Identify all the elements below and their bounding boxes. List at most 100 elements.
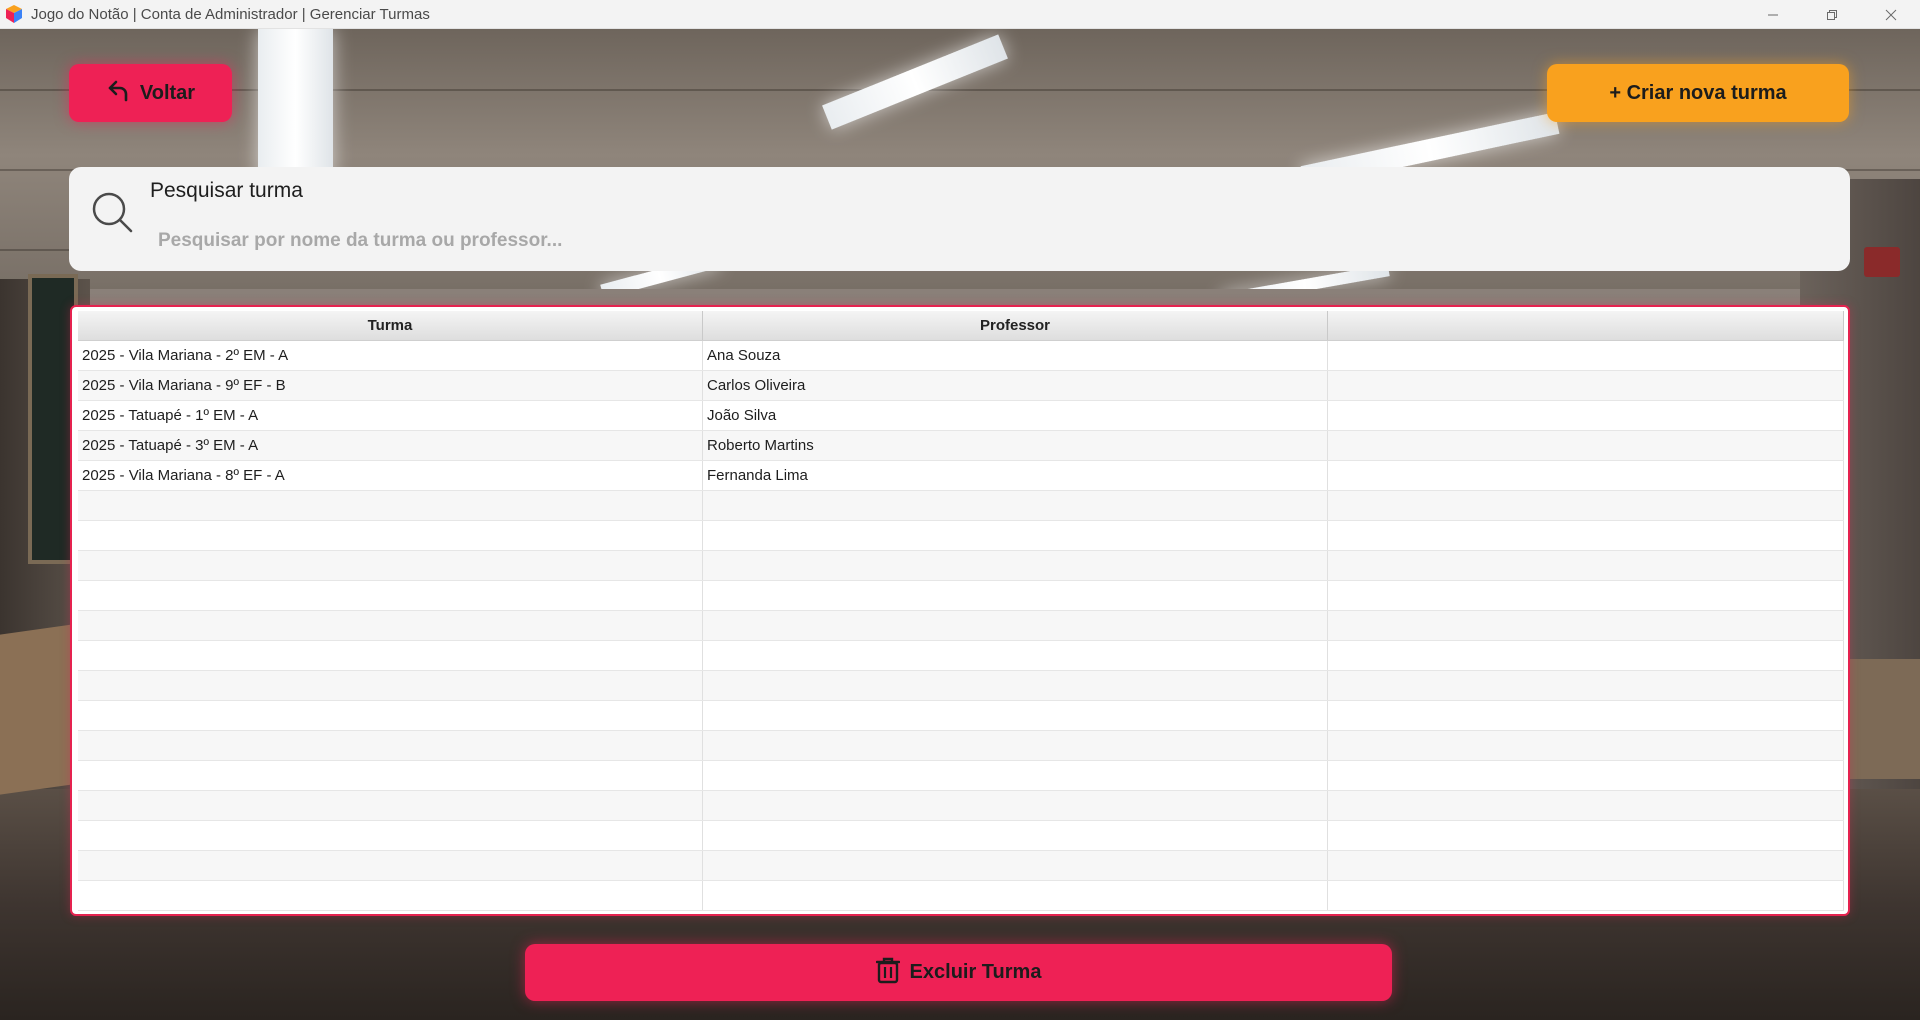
cell-turma: 2025 - Vila Mariana - 9º EF - B bbox=[78, 371, 703, 400]
cell-extra bbox=[1328, 581, 1844, 610]
cell-turma: 2025 - Vila Mariana - 8º EF - A bbox=[78, 461, 703, 490]
cell-professor: Roberto Martins bbox=[703, 431, 1328, 460]
cell-extra bbox=[1328, 701, 1844, 730]
table-row[interactable] bbox=[78, 881, 1844, 911]
cell-extra bbox=[1328, 431, 1844, 460]
cell-professor bbox=[703, 521, 1328, 550]
cell-turma bbox=[78, 821, 703, 850]
cell-turma bbox=[78, 521, 703, 550]
cell-turma bbox=[78, 701, 703, 730]
cell-professor: Fernanda Lima bbox=[703, 461, 1328, 490]
table-body: 2025 - Vila Mariana - 2º EM - A Ana Souza… bbox=[78, 341, 1844, 911]
column-header-turma[interactable]: Turma bbox=[78, 311, 703, 340]
cell-extra bbox=[1328, 341, 1844, 370]
cell-turma bbox=[78, 611, 703, 640]
search-input[interactable] bbox=[158, 225, 1818, 257]
ceiling-light bbox=[258, 29, 333, 179]
cell-turma bbox=[78, 761, 703, 790]
cell-turma bbox=[78, 881, 703, 910]
table-row[interactable] bbox=[78, 671, 1844, 701]
close-icon[interactable] bbox=[1861, 0, 1920, 29]
table-row[interactable] bbox=[78, 701, 1844, 731]
cell-turma bbox=[78, 491, 703, 520]
table-row[interactable]: 2025 - Tatuapé - 3º EM - A Roberto Martin… bbox=[78, 431, 1844, 461]
desk bbox=[0, 623, 80, 795]
cell-extra bbox=[1328, 521, 1844, 550]
cell-professor bbox=[703, 881, 1328, 910]
cell-extra bbox=[1328, 461, 1844, 490]
create-class-button[interactable]: + Criar nova turma bbox=[1547, 64, 1849, 122]
cell-professor bbox=[703, 491, 1328, 520]
cell-turma bbox=[78, 641, 703, 670]
table-row[interactable]: 2025 - Tatuapé - 1º EM - A João Silva bbox=[78, 401, 1844, 431]
table-row[interactable] bbox=[78, 521, 1844, 551]
cell-extra bbox=[1328, 491, 1844, 520]
cell-professor bbox=[703, 611, 1328, 640]
cell-extra bbox=[1328, 881, 1844, 910]
table-grid: Turma Professor 2025 - Vila Mariana - 2º… bbox=[78, 311, 1844, 911]
back-button-label: Voltar bbox=[139, 81, 196, 104]
cell-professor bbox=[703, 641, 1328, 670]
search-label: Pesquisar turma bbox=[150, 179, 303, 202]
table-row[interactable] bbox=[78, 731, 1844, 761]
cell-professor bbox=[703, 671, 1328, 700]
cell-professor bbox=[703, 761, 1328, 790]
cell-professor bbox=[703, 731, 1328, 760]
table-row[interactable]: 2025 - Vila Mariana - 8º EF - A Fernanda … bbox=[78, 461, 1844, 491]
column-header-professor[interactable]: Professor bbox=[703, 311, 1328, 340]
column-header-empty[interactable] bbox=[1328, 311, 1844, 340]
cell-turma bbox=[78, 731, 703, 760]
table-row[interactable] bbox=[78, 761, 1844, 791]
cell-professor bbox=[703, 821, 1328, 850]
cell-extra bbox=[1328, 761, 1844, 790]
table-header: Turma Professor bbox=[78, 311, 1844, 341]
table-row[interactable] bbox=[78, 791, 1844, 821]
cell-turma: 2025 - Vila Mariana - 2º EM - A bbox=[78, 341, 703, 370]
cell-extra bbox=[1328, 731, 1844, 760]
table-row[interactable] bbox=[78, 611, 1844, 641]
table-row[interactable] bbox=[78, 581, 1844, 611]
cell-extra bbox=[1328, 371, 1844, 400]
table-row[interactable] bbox=[78, 641, 1844, 671]
search-panel: Pesquisar turma bbox=[69, 167, 1850, 271]
exit-sign bbox=[1864, 247, 1900, 277]
delete-class-button-label: Excluir Turma bbox=[909, 961, 1042, 983]
undo-arrow-icon bbox=[106, 78, 132, 108]
cell-extra bbox=[1328, 671, 1844, 700]
cell-turma bbox=[78, 851, 703, 880]
table-row[interactable] bbox=[78, 851, 1844, 881]
cell-extra bbox=[1328, 821, 1844, 850]
back-button[interactable]: Voltar bbox=[69, 64, 232, 122]
classes-table: Turma Professor 2025 - Vila Mariana - 2º… bbox=[70, 305, 1850, 916]
minimize-icon[interactable] bbox=[1743, 0, 1802, 29]
window-title: Jogo do Notão | Conta de Administrador |… bbox=[31, 5, 430, 23]
cell-extra bbox=[1328, 551, 1844, 580]
cell-turma: 2025 - Tatuapé - 3º EM - A bbox=[78, 431, 703, 460]
table-row[interactable]: 2025 - Vila Mariana - 9º EF - B Carlos Ol… bbox=[78, 371, 1844, 401]
table-row[interactable] bbox=[78, 821, 1844, 851]
trash-icon bbox=[875, 956, 900, 990]
cell-extra bbox=[1328, 851, 1844, 880]
table-row[interactable] bbox=[78, 491, 1844, 521]
cell-turma bbox=[78, 551, 703, 580]
table-row[interactable] bbox=[78, 551, 1844, 581]
app-logo-icon bbox=[4, 4, 24, 24]
cell-professor bbox=[703, 701, 1328, 730]
cell-professor bbox=[703, 551, 1328, 580]
window-titlebar: Jogo do Notão | Conta de Administrador |… bbox=[0, 0, 1920, 29]
table-row[interactable]: 2025 - Vila Mariana - 2º EM - A Ana Souza bbox=[78, 341, 1844, 371]
cell-extra bbox=[1328, 401, 1844, 430]
restore-icon[interactable] bbox=[1802, 0, 1861, 29]
cell-turma: 2025 - Tatuapé - 1º EM - A bbox=[78, 401, 703, 430]
cell-extra bbox=[1328, 611, 1844, 640]
cell-professor: Ana Souza bbox=[703, 341, 1328, 370]
cell-professor bbox=[703, 851, 1328, 880]
delete-class-button[interactable]: Excluir Turma bbox=[525, 944, 1392, 1001]
cell-professor bbox=[703, 791, 1328, 820]
desk bbox=[1850, 659, 1920, 779]
create-class-button-label: + Criar nova turma bbox=[1609, 81, 1787, 104]
search-icon bbox=[89, 189, 135, 235]
cell-extra bbox=[1328, 641, 1844, 670]
cell-professor bbox=[703, 581, 1328, 610]
cell-turma bbox=[78, 671, 703, 700]
